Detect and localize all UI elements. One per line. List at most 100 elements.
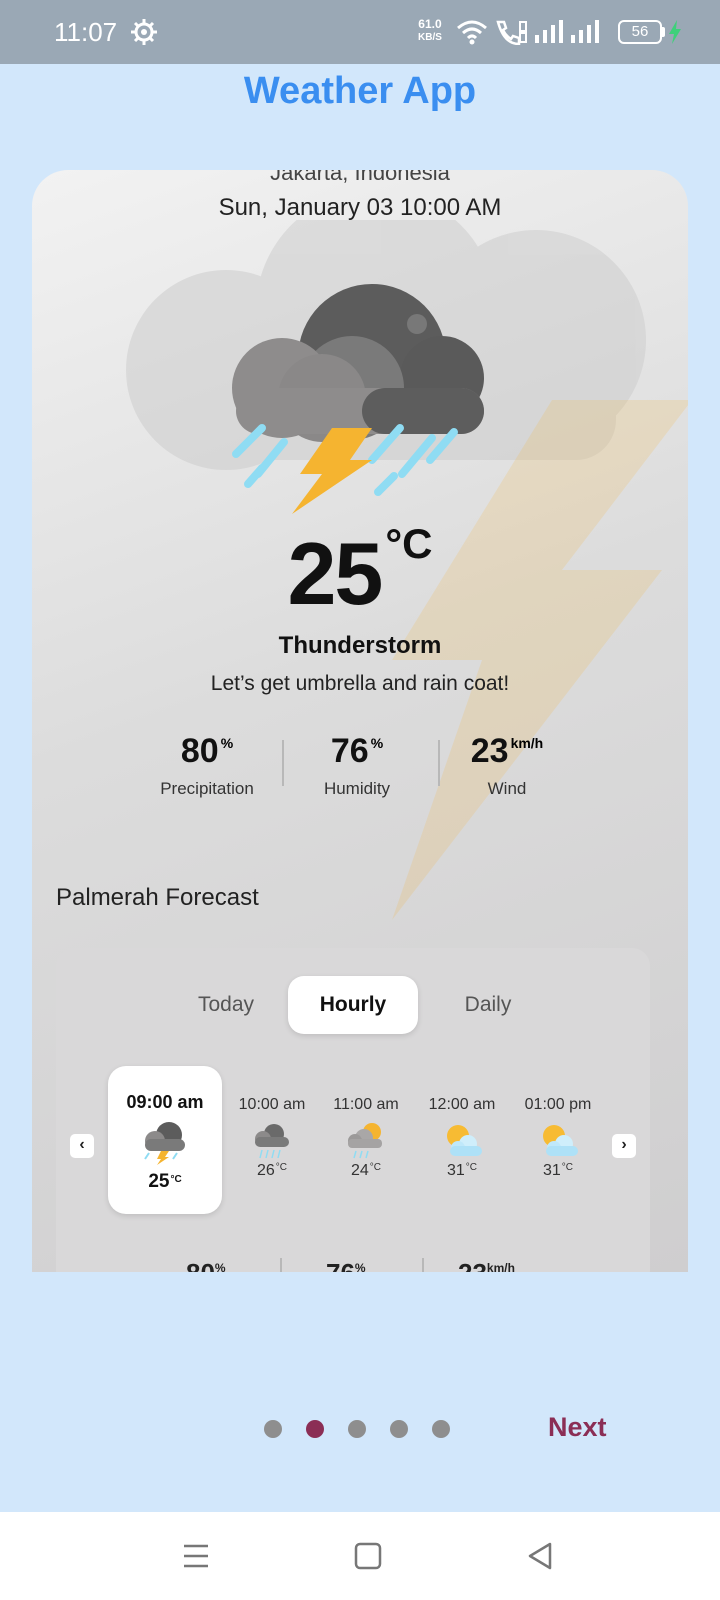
app-title: Weather App [243,70,477,112]
page-indicator [264,1420,464,1440]
network-speed-value: 61.0 [418,17,442,31]
hour-card[interactable]: 12:00 am 31°C [408,1066,516,1214]
hour-temp: 24°C [312,1162,420,1180]
network-speed-unit: KB/S [418,32,442,43]
page-dot[interactable] [432,1420,450,1438]
stat-wind: 23 km/h Wind [432,732,582,799]
hour-temp-value: 24 [350,1162,369,1179]
date-time: Sun, January 03 10:00 AM [218,194,502,221]
preview-card: Jakarta, Indonesia Sun, January 03 10:00… [32,170,688,1272]
stat-humidity: 76% Humidity [282,732,432,799]
temperature-unit: °C [385,520,433,567]
scroll-left-button[interactable]: ‹ [70,1134,94,1158]
chevron-left-icon: ‹ [79,1136,85,1153]
stat-value: 76 [330,732,369,770]
signal-icon [571,20,599,43]
status-bar: 11:07 61.0 KB/S 56 [0,0,720,64]
stat-value-number: 76 [326,1258,355,1272]
stat-value-number: 23 [458,1258,487,1272]
sun-rain-cloud-icon [348,1123,382,1159]
page-dot[interactable] [390,1420,408,1438]
hour-time: 01:00 pm [524,1096,592,1113]
tab-hourly[interactable]: Hourly [288,976,418,1034]
hour-temp-value: 26 [256,1162,275,1179]
page-dot[interactable] [264,1420,282,1438]
hour-temp-unit: °C [275,1162,288,1173]
hour-time: 09:00 am [126,1092,204,1112]
wifi-icon [457,20,487,45]
stat-value: 80 [180,732,219,770]
hour-temp-unit: °C [465,1162,478,1173]
tab-daily[interactable]: Daily [428,976,548,1034]
menu-icon[interactable] [178,1538,214,1574]
stat-value: 76% [326,1258,366,1272]
stat-label: Precipitation [160,779,254,798]
partly-cloudy-icon [447,1125,482,1156]
stat-unit: % [354,1261,366,1272]
thunderstorm-icon [144,1122,185,1165]
navigation-bar [0,1512,720,1600]
hour-temp-value: 31 [446,1162,465,1179]
next-button[interactable]: Next [548,1412,607,1443]
page-dot[interactable] [348,1420,366,1438]
stat-value: 23 [470,732,509,770]
stat-value: 23km/h [458,1258,515,1272]
back-triangle-icon[interactable] [522,1538,558,1574]
home-square-icon[interactable] [350,1538,386,1574]
stat-divider [422,1258,424,1272]
stat-value-number: 80 [186,1258,215,1272]
hour-time: 10:00 am [238,1096,306,1113]
cut-off-stats: 80% 76% 23km/h [152,1258,552,1272]
condition-label: Thunderstorm [278,632,442,659]
location-label: Jakarta, Indonesia [270,170,450,185]
stat-unit: % [370,735,384,751]
forecast-panel: Today Hourly Daily ‹ › 09:00 am 25°C 10:… [56,948,650,1272]
tagline: Let’s get umbrella and rain coat! [210,672,510,695]
hour-temp: 26°C [218,1162,326,1180]
stat-label: Humidity [323,779,391,798]
tab-today[interactable]: Today [166,976,286,1034]
charging-icon [669,20,681,44]
hour-time: 12:00 am [428,1096,496,1113]
status-icons [456,16,600,48]
signal-icon [535,20,563,43]
stat-value: 80% [186,1258,226,1272]
stat-precipitation: 80% Precipitation [132,732,282,799]
stat-unit: km/h [510,735,544,751]
hour-card[interactable]: 09:00 am 25°C [108,1066,222,1214]
hour-temp: 31°C [408,1162,516,1180]
volte-call-icon [496,20,527,45]
hour-temp-unit: °C [561,1162,574,1173]
hour-time: 11:00 am [333,1096,399,1113]
status-time: 11:07 [54,17,118,47]
scroll-right-button[interactable]: › [612,1134,636,1158]
hour-temp-unit: °C [369,1162,382,1173]
thunderstorm-icon [232,284,484,514]
partly-cloudy-icon [543,1125,578,1156]
hour-card[interactable]: 10:00 am 26°C [218,1066,326,1214]
stat-label: Wind [487,779,527,798]
hour-card[interactable]: 11:00 am 24°C [312,1066,420,1214]
temperature: 25°C [32,520,688,625]
hour-temp-unit: °C [170,1174,182,1185]
rain-cloud-icon [255,1124,289,1159]
hour-temp-value: 25 [148,1171,170,1192]
gear-icon [131,19,157,45]
hour-temp: 25°C [108,1171,222,1193]
hour-temp: 31°C [504,1162,612,1180]
battery-icon: 56 [618,20,662,44]
weather-stats: 80% Precipitation 76% Humidity 23 km/h Wi… [132,732,582,812]
battery-tip [662,27,665,37]
stat-unit: % [214,1261,226,1272]
forecast-tabs: Today Hourly Daily [166,976,566,1036]
stat-unit: % [220,735,234,751]
hour-temp-value: 31 [542,1162,561,1179]
forecast-title: Palmerah Forecast [56,884,259,911]
hour-card[interactable]: 01:00 pm 31°C [504,1066,612,1214]
network-speed: 61.0 KB/S [418,18,442,44]
chevron-right-icon: › [621,1136,627,1153]
stat-divider [280,1258,282,1272]
stat-unit: km/h [486,1261,515,1272]
temperature-value: 25 [287,524,383,623]
page-dot-active[interactable] [306,1420,324,1438]
